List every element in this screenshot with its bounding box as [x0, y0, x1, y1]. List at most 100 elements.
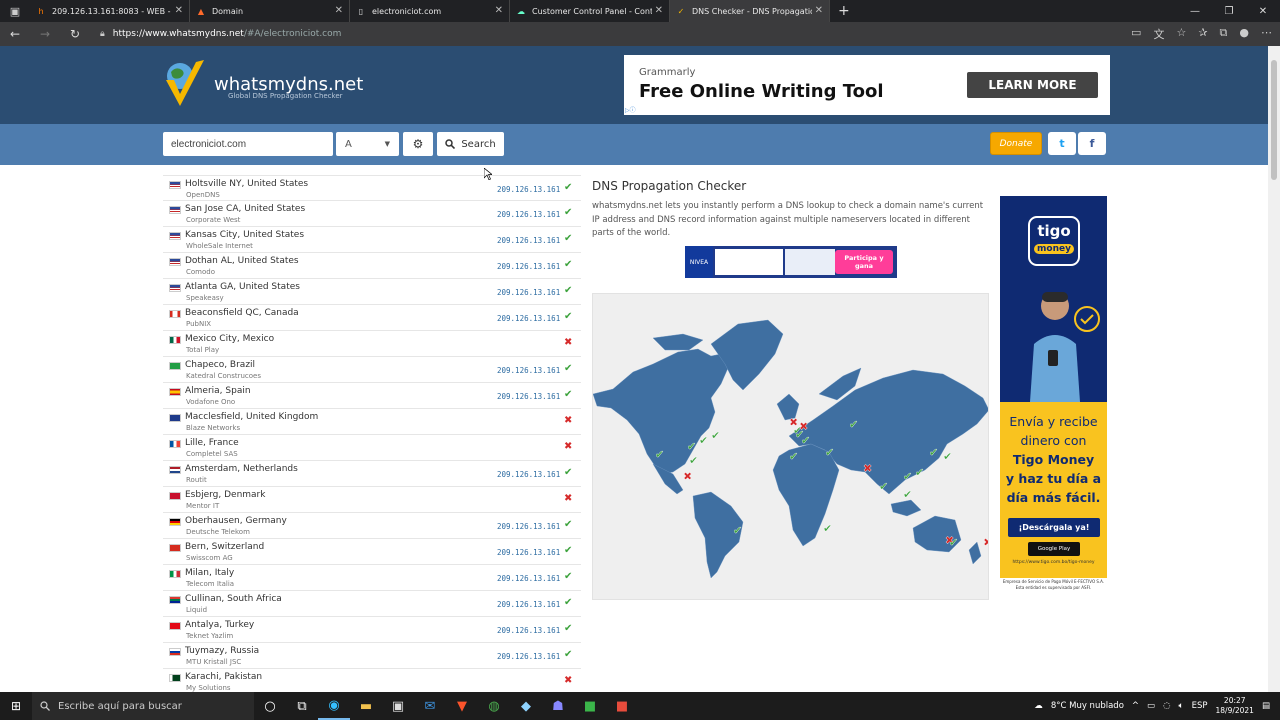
check-icon: ✔ [564, 649, 573, 660]
taskbar-search[interactable]: Escribe aquí para buscar [32, 692, 254, 720]
result-ip: 209.126.13.161 [497, 210, 561, 219]
back-icon[interactable]: ← [0, 27, 30, 41]
language-indicator[interactable]: ESP [1192, 701, 1208, 711]
record-type-value: A [345, 138, 352, 150]
add-favorite-icon[interactable]: ☆ [1176, 26, 1186, 42]
flag-icon-es [169, 388, 181, 396]
window-menu-icon[interactable]: ▣ [0, 0, 30, 22]
more-options-icon[interactable]: ⋯ [1261, 26, 1272, 42]
flag-icon-de [169, 518, 181, 526]
settings-button[interactable]: ⚙ [403, 132, 433, 156]
nivea-banner-ad[interactable]: NIVEA Participa y gana [685, 246, 897, 278]
minimize-icon[interactable]: — [1178, 0, 1212, 22]
check-icon: ✔ [564, 467, 573, 478]
domain-input[interactable] [163, 132, 333, 156]
browser-tab-1[interactable]: ▲ Domain ✕ [190, 0, 350, 22]
result-ip: 209.126.13.161 [497, 288, 561, 297]
network-app-icon[interactable]: ☗ [542, 692, 574, 720]
browser-tab-2[interactable]: ▯ electroniciot.com ✕ [350, 0, 510, 22]
network-icon[interactable]: ◌ [1163, 701, 1170, 711]
new-tab-button[interactable]: + [830, 3, 858, 19]
chrome-icon[interactable]: ◍ [478, 692, 510, 720]
close-tab-icon[interactable]: ✕ [655, 5, 663, 16]
volume-icon[interactable]: 🔈︎ [1178, 701, 1183, 711]
collections-icon[interactable]: ⧉ [1220, 26, 1228, 42]
close-tab-icon[interactable]: ✕ [175, 5, 183, 16]
check-icon: ✔ [564, 207, 573, 218]
facebook-button[interactable]: f [1078, 132, 1106, 155]
world-map[interactable]: ✔✔✔✔✔✖✔✖✔✖✔✔✔✔✔✖✔✔✔✔✔✔✔✖✔✖ [592, 293, 989, 600]
translate-icon[interactable]: 文 [1153, 26, 1164, 42]
flag-icon-us [169, 258, 181, 266]
brave-icon[interactable]: ▼ [446, 692, 478, 720]
battery-icon[interactable]: ▭ [1147, 701, 1155, 711]
camtasia-icon[interactable]: ■ [574, 692, 606, 720]
result-provider: My Solutions [186, 684, 231, 692]
close-tab-icon[interactable]: ✕ [335, 5, 343, 16]
app-icon[interactable]: ◆ [510, 692, 542, 720]
learn-more-button[interactable]: LEARN MORE [967, 72, 1098, 98]
result-location: Tuymazy, Russia [185, 646, 260, 656]
recorder-icon[interactable]: ■ [606, 692, 638, 720]
result-location: Karachi, Pakistan [185, 672, 263, 682]
reload-icon[interactable]: ↻ [60, 27, 90, 41]
ad-footer: Empresa de Servicio de Pago Móvil E-FECT… [1000, 578, 1107, 592]
page-title: DNS Propagation Checker [592, 179, 747, 193]
profile-avatar-icon[interactable]: ● [1239, 26, 1249, 42]
close-tab-icon[interactable]: ✕ [495, 5, 503, 16]
check-icon: ✔ [564, 597, 573, 608]
browser-tab-4[interactable]: ✓ DNS Checker - DNS Propagation ✕ [670, 0, 830, 22]
search-button[interactable]: Search [437, 132, 504, 156]
result-row: Karachi, Pakistan My Solutions ✖ [163, 669, 581, 692]
map-check-marker: ✔ [949, 536, 958, 549]
browser-tab-0[interactable]: h 209.126.13.161:8083 - WEB - Par✕ [30, 0, 190, 22]
clock-date: 18/9/2021 [1215, 706, 1254, 715]
store-icon[interactable]: ▣ [382, 692, 414, 720]
download-button[interactable]: ¡Descárgala ya! [1008, 518, 1100, 537]
task-view-icon[interactable]: ⧉ [286, 692, 318, 720]
windows-start-icon[interactable]: ⊞ [0, 692, 32, 720]
grammarly-ad[interactable]: Grammarly Free Online Writing Tool LEARN… [624, 55, 1110, 115]
result-provider: Swisscom AG [186, 554, 233, 562]
weather-text[interactable]: 8°C Muy nublado [1051, 701, 1124, 711]
result-row: Kansas City, United States WholeSale Inte… [163, 227, 581, 253]
map-check-marker: ✔ [823, 522, 832, 535]
adchoices-icon[interactable]: ▷ⓘ [625, 105, 636, 114]
site-logo[interactable]: whatsmydns.net Global DNS Propagation Ch… [162, 58, 363, 110]
result-location: Holtsville NY, United States [185, 179, 309, 189]
maximize-icon[interactable]: ❐ [1212, 0, 1246, 22]
mail-icon[interactable]: ✉ [414, 692, 446, 720]
twitter-button[interactable]: t [1048, 132, 1076, 155]
read-aloud-icon[interactable]: ▭ [1131, 26, 1141, 42]
close-tab-icon[interactable]: ✕ [815, 5, 823, 16]
result-row: Esbjerg, Denmark Mentor IT ✖ [163, 487, 581, 513]
close-window-icon[interactable]: ✕ [1246, 0, 1280, 22]
donate-button[interactable]: Donate [990, 132, 1042, 155]
ad-url: https://www.tigo.com.bo/tigo-money [1012, 560, 1095, 565]
google-play-badge[interactable]: Google Play [1028, 542, 1080, 556]
file-explorer-icon[interactable]: ▬ [350, 692, 382, 720]
favorites-icon[interactable]: ✰ [1198, 26, 1207, 42]
tigo-money-ad[interactable]: tigo money Envía y recibe dinero con Tig… [1000, 196, 1107, 592]
edge-icon[interactable]: ◉ [318, 692, 350, 720]
result-location: Almeria, Spain [185, 386, 251, 396]
result-ip: 209.126.13.161 [497, 652, 561, 661]
result-provider: Completel SAS [186, 450, 238, 458]
chevron-up-icon[interactable]: ^ [1132, 701, 1139, 711]
search-button-label: Search [461, 138, 496, 150]
flag-icon-mx [169, 336, 181, 344]
map-check-marker: ✔ [903, 470, 912, 483]
cross-icon: ✖ [564, 675, 573, 686]
scrollbar-thumb[interactable] [1271, 60, 1277, 180]
browser-tab-3[interactable]: ☁ Customer Control Panel - Conta ✕ [510, 0, 670, 22]
clock[interactable]: 20:27 18/9/2021 [1216, 696, 1254, 716]
page-scrollbar[interactable] [1268, 46, 1280, 692]
result-location: Dothan AL, United States [185, 256, 299, 266]
notifications-icon[interactable]: ▤ [1262, 701, 1270, 711]
cortana-icon[interactable]: ○ [254, 692, 286, 720]
result-location: Chapeco, Brazil [185, 360, 256, 370]
result-ip: 209.126.13.161 [497, 392, 561, 401]
record-type-select[interactable]: A ▼ [336, 132, 399, 156]
url-field[interactable]: 🔒︎ https://www.whatsmydns.net /#A/electr… [100, 29, 341, 39]
forward-icon[interactable]: → [30, 27, 60, 41]
